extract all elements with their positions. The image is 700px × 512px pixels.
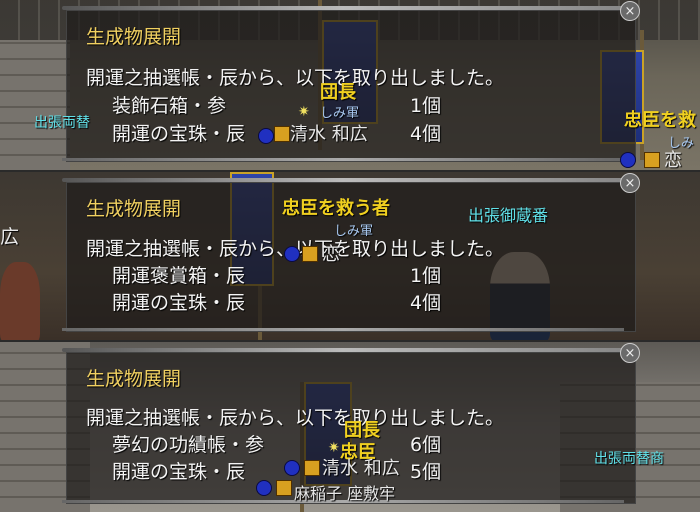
close-icon[interactable]: × xyxy=(620,1,640,21)
guild-name-label: しみ軍 xyxy=(334,224,374,239)
loot-panel-1: × 生成物展開 開運之抽選帳・辰から、以下を取り出しました。 装飾石箱・参 1個… xyxy=(0,0,700,170)
loot-panel-2: × 生成物展開 開運之抽選帳・辰から、以下を取り出しました。 開運褒賞箱・辰 1… xyxy=(0,172,700,340)
window-bottom-edge xyxy=(62,158,624,161)
character-figure xyxy=(0,262,40,340)
loot-message: 開運之抽選帳・辰から、以下を取り出しました。 xyxy=(86,407,505,429)
rank-icon xyxy=(276,480,292,496)
rank-icon xyxy=(304,460,320,476)
window-titlebar[interactable] xyxy=(62,348,624,352)
player-name[interactable]: 麻稲子 座敷牢 xyxy=(294,480,395,504)
player-name[interactable]: 恋 xyxy=(664,146,682,170)
clan-crest-icon xyxy=(284,460,300,476)
close-icon[interactable]: × xyxy=(620,173,640,193)
npc-name[interactable]: 出張御蔵番 xyxy=(468,202,548,226)
npc-quest-name[interactable]: 忠臣を救 xyxy=(624,106,696,132)
loot-item-name: 開運の宝珠・辰 xyxy=(112,461,246,483)
loot-item-name: 開運褒賞箱・辰 xyxy=(112,265,246,287)
player-name-fragment[interactable]: 広 xyxy=(0,222,19,249)
loot-item-name: 開運の宝珠・辰 xyxy=(112,292,246,314)
loot-item-qty: 4個 xyxy=(410,123,442,145)
loot-panel-3: × 生成物展開 開運之抽選帳・辰から、以下を取り出しました。 夢幻の功績帳・参 … xyxy=(0,342,700,512)
star-icon: ✷ xyxy=(298,104,310,120)
npc-quest-name[interactable]: 忠臣を救う者 xyxy=(282,194,390,220)
npc-name[interactable]: 出張両替商 xyxy=(594,448,664,468)
window-title: 生成物展開 xyxy=(86,198,182,220)
clan-crest-icon xyxy=(620,152,636,168)
window-bottom-edge xyxy=(62,328,624,331)
window-titlebar[interactable] xyxy=(62,6,624,10)
clan-crest-icon xyxy=(284,246,300,262)
rank-icon xyxy=(302,246,318,262)
clan-crest-icon xyxy=(256,480,272,496)
loot-item-qty: 1個 xyxy=(410,265,442,287)
close-icon[interactable]: × xyxy=(620,343,640,363)
guild-name-label: しみ軍 xyxy=(320,106,360,121)
clan-crest-icon xyxy=(258,128,274,144)
guild-title-label: 団長 xyxy=(320,82,356,103)
loot-item-qty: 1個 xyxy=(410,95,442,117)
loot-item-qty: 6個 xyxy=(410,434,442,456)
loot-item-name: 夢幻の功績帳・参 xyxy=(112,434,265,456)
player-name[interactable]: 清水 和広 xyxy=(290,120,368,146)
loot-message: 開運之抽選帳・辰から、以下を取り出しました。 xyxy=(86,67,505,89)
npc-name[interactable]: 出張両替 xyxy=(34,112,90,132)
stone-wall xyxy=(0,40,70,170)
window-titlebar[interactable] xyxy=(62,178,624,182)
rank-icon xyxy=(274,126,290,142)
rank-icon xyxy=(644,152,660,168)
loot-item-name: 開運の宝珠・辰 xyxy=(112,123,246,145)
player-name[interactable]: 恋 xyxy=(322,240,340,266)
window-title: 生成物展開 xyxy=(86,368,182,390)
window-title: 生成物展開 xyxy=(86,26,182,48)
loot-item-qty: 4個 xyxy=(410,292,442,314)
loot-item-name: 装飾石箱・参 xyxy=(112,95,227,117)
player-name[interactable]: 清水 和広 xyxy=(322,454,400,480)
loot-item-qty: 5個 xyxy=(410,461,442,483)
